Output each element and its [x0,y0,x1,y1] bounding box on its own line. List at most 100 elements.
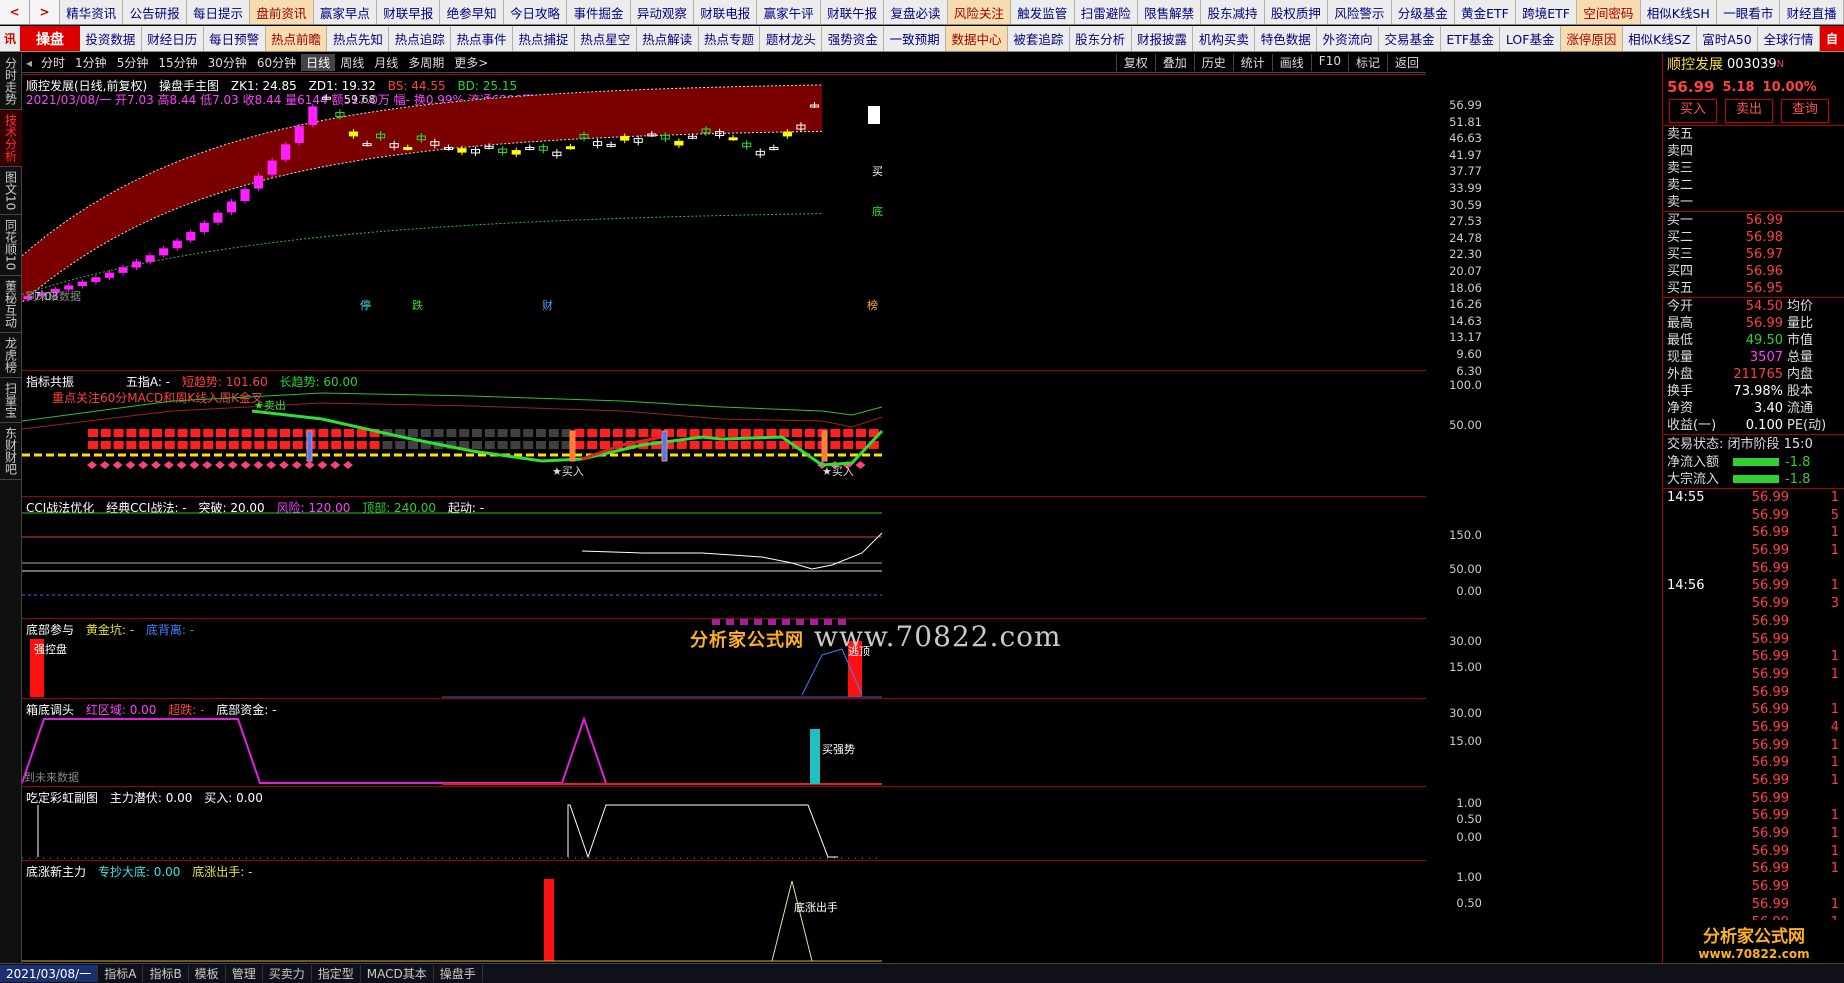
nav2-item[interactable]: 热点先知 [327,26,390,51]
bottom-tab[interactable]: 指标B [143,965,189,982]
candle-body[interactable] [172,240,182,249]
left-tab[interactable]: 分时走势 [0,53,22,110]
nav2-item[interactable]: 交易基金 [1379,26,1441,51]
candle-body[interactable] [91,277,101,283]
nav1-item[interactable]: 跨境ETF [1516,0,1578,24]
bottom-tab[interactable]: 模板 [189,965,226,982]
nav1-item[interactable]: 风险关注 [947,0,1012,24]
tool-button[interactable]: 标记 [1347,54,1387,71]
left-tab[interactable]: 技术分析 [0,110,22,167]
candle-body[interactable] [240,189,250,201]
nav2-item[interactable]: 外资流向 [1317,26,1380,51]
nav1-item[interactable]: 相似K线SH [1641,0,1718,24]
nav2-item[interactable]: 富时A50 [1697,26,1759,51]
bottom-tab[interactable]: 指标A [98,965,144,982]
period-tab[interactable]: 15分钟 [153,54,202,71]
nav1-item[interactable]: 每日提示 [187,0,251,24]
candle-body[interactable] [728,137,738,141]
candle-body[interactable] [64,285,74,290]
app-logo[interactable]: 操盘 [20,26,80,51]
candle-body[interactable] [159,248,169,256]
rainbow-panel[interactable]: 吃定彩虹副图 主力潜伏: 0.00 买入: 0.00 [22,786,1426,860]
left-tab[interactable]: 董秘互动 [0,276,22,333]
candle-body[interactable] [118,267,128,273]
candle-body[interactable] [77,281,87,287]
cci-chart[interactable] [22,497,1426,619]
tick-list[interactable]: 14:55 56.99 1 56.99 5 56.99 1 56.99 1 56.99 14:56 5… [1663,488,1844,983]
nav2-item[interactable]: 相似K线SZ [1623,26,1697,51]
nav1-item[interactable]: 一眼看市 [1717,0,1781,24]
candle-body[interactable] [186,232,196,241]
nav2-item[interactable]: 一致预期 [884,26,947,51]
period-tab[interactable]: 月线 [369,54,403,71]
candle-body[interactable] [348,131,359,137]
nav2-item[interactable]: 股东分析 [1070,26,1132,51]
candle-body[interactable] [308,106,318,125]
nav1-item[interactable]: 赢家早点 [314,0,378,24]
candle-body[interactable] [226,201,237,213]
new-main-force-chart[interactable]: 底涨出手 [22,861,1426,964]
nav1-item[interactable]: 限售解禁 [1138,0,1202,24]
candle-body[interactable] [131,261,142,268]
nav1-item[interactable]: 触发监管 [1011,0,1075,24]
tool-button[interactable]: F10 [1310,54,1348,71]
period-tab[interactable]: 更多> [449,54,493,71]
candle-body[interactable] [254,175,264,189]
nav2-item[interactable]: ETF基金 [1441,26,1501,51]
nav1-item[interactable]: 赢家午评 [757,0,821,24]
nav1-item[interactable]: 黄金ETF [1455,0,1517,24]
box-bottom-chart[interactable]: 买强势到未来数据 [22,699,1426,787]
nav2-item[interactable]: 财经日历 [142,26,204,51]
period-tab[interactable]: 60分钟 [252,54,301,71]
nav2-item[interactable]: 热点前瞻 [265,26,328,51]
period-tab[interactable]: 5分钟 [112,54,154,71]
nav1-item[interactable]: 公告研报 [123,0,187,24]
kline-chart[interactable]: 59.687.03到未来数据买底停跌财榜 [22,75,1426,371]
cci-panel[interactable]: CCI战法优化 经典CCI战法: - 突破: 20.00 风险: 120.00 … [22,496,1426,618]
left-tab[interactable]: 东财财吧 [0,423,22,480]
nav2-item[interactable]: 被套追踪 [1008,26,1070,51]
nav2-item[interactable]: 机构买卖 [1193,26,1256,51]
period-tab[interactable]: 1分钟 [70,54,112,71]
nav1-item[interactable]: 空间密码 [1577,0,1641,24]
left-tab[interactable]: 扫量宝 [0,378,22,423]
period-toggle-icon[interactable]: ◂ [22,56,36,70]
tool-button[interactable]: 叠加 [1154,54,1194,71]
candle-body[interactable] [565,146,576,150]
nav1-item[interactable]: 异动观察 [631,0,695,24]
resonance-chart[interactable]: ★卖出 ★买入 ★买入 [22,371,1426,497]
bottom-tab[interactable]: 指定型 [312,965,361,982]
candle-body[interactable] [294,126,304,144]
nav1-item[interactable]: 精华资讯 [60,0,124,24]
tool-button[interactable]: 复权 [1115,54,1155,71]
nav1-item[interactable]: 绝参早知 [440,0,504,24]
nav1-item[interactable]: 扫雷避险 [1075,0,1138,24]
candle-body[interactable] [199,222,209,232]
nav2-item[interactable]: 特色数据 [1255,26,1318,51]
nav1-item[interactable]: 事件掘金 [567,0,631,24]
new-main-force-panel[interactable]: 底涨新主力 专抄大底: 0.00 底涨出手: - 底涨出手 [22,860,1426,963]
candle-body[interactable] [403,146,413,150]
bottom-tab[interactable]: 管理 [226,965,263,982]
bottom-tab[interactable]: MACD其本 [361,965,434,982]
nav-left-arrow-icon[interactable]: < [0,0,30,24]
nav2-item[interactable]: 热点解读 [637,26,699,51]
nav1-item[interactable]: 今日攻略 [504,0,568,24]
nav2-item[interactable]: 数据中心 [946,26,1008,51]
period-tab[interactable]: 30分钟 [203,54,252,71]
nav2-item[interactable]: 热点专题 [699,26,761,51]
nav2-item[interactable]: 强势资金 [822,26,885,51]
candle-body[interactable] [457,148,467,153]
period-tab[interactable]: 分时 [36,54,70,71]
candle-body[interactable] [674,140,684,146]
nav1-item[interactable]: 财联早报 [377,0,441,24]
nav-right-arrow-icon[interactable]: > [30,0,60,24]
candle-body[interactable] [782,131,792,137]
nav2-item[interactable]: 财报披露 [1132,26,1194,51]
main-kline-panel[interactable]: 顺控发展(日线,前复权) 操盘手主图 ZK1: 24.85 ZD1: 19.32… [22,74,1426,370]
nav2-item[interactable]: 热点星空 [575,26,637,51]
period-tab[interactable]: 日线 [301,54,336,71]
tool-button[interactable]: 返回 [1386,54,1426,71]
period-tab[interactable]: 多周期 [403,54,449,71]
bottom-tab[interactable]: 买卖力 [263,965,312,982]
